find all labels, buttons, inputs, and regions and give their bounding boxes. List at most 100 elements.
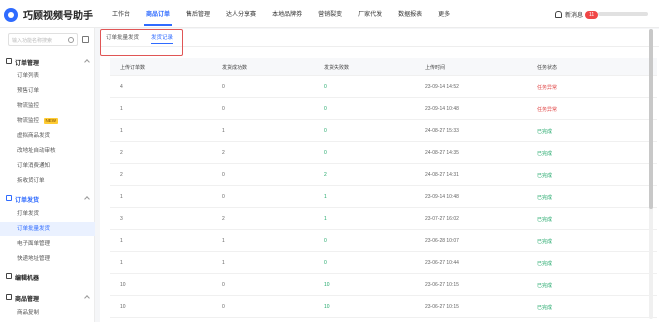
nav-item-active[interactable]: 商品订单 — [138, 0, 178, 28]
grid-icon[interactable] — [82, 36, 89, 43]
table-cell: 0 — [222, 172, 225, 178]
table-cell: 23-06-27 10:15 — [425, 304, 459, 310]
table-cell: 23-09-14 10:48 — [425, 106, 459, 112]
sidebar-item[interactable]: 物流监控 — [0, 99, 95, 113]
group-label: 订单发货 — [15, 198, 40, 204]
table-cell: 10 — [324, 282, 330, 288]
scrollbar[interactable] — [649, 29, 653, 319]
top-nav: 工作台 商品订单 售后管理 达人分享赛 本地品牌券 营销裂变 厂家代发 数据报表… — [104, 0, 458, 28]
table-cell: 1 — [120, 238, 123, 244]
tab-highlight-box — [100, 29, 183, 56]
sidebar-group-order[interactable]: 订单管理 — [0, 54, 95, 68]
bell-icon — [555, 11, 562, 18]
table-cell: 3 — [120, 216, 123, 222]
table-row: 2 0 2 24-08-27 14:31 已完成 — [110, 164, 657, 186]
column-header: 上传时间 — [425, 65, 446, 71]
sidebar-item-active[interactable]: 订单批量发货 — [0, 222, 95, 236]
table-cell: 1 — [222, 128, 225, 134]
table-row: 1 1 0 24-08-27 15:33 已完成 — [110, 120, 657, 142]
sidebar-item-logistics[interactable]: 物流监控 NEW — [0, 114, 95, 128]
search-icon[interactable] — [68, 37, 74, 43]
sidebar-item[interactable]: 电子面单管理 — [0, 237, 95, 251]
table-row: 1 0 1 23-09-14 10:48 已完成 — [110, 186, 657, 208]
table-cell: 24-08-27 15:33 — [425, 128, 459, 134]
message-label: 新消息 — [565, 13, 584, 19]
table-cell: 23-09-14 14:52 — [425, 84, 459, 90]
table-cell: 1 — [120, 260, 123, 266]
table-cell: 10 — [120, 282, 126, 288]
table-cell: 0 — [222, 282, 225, 288]
truck-icon — [6, 195, 12, 201]
column-header: 上传订单数 — [120, 65, 146, 71]
table-header: 上传订单数 发货成功数 发货失败数 上传时间 任务状态 — [110, 58, 657, 76]
chevron-up-icon — [84, 59, 90, 65]
table-cell: 0 — [324, 106, 327, 112]
app-title: 巧顾视频号助手 — [23, 11, 93, 22]
table-cell: 1 — [120, 106, 123, 112]
nav-item[interactable]: 厂家代发 — [350, 0, 390, 28]
table-cell: 2 — [120, 150, 123, 156]
table-cell: 1 — [222, 260, 225, 266]
table-cell: 0 — [222, 304, 225, 310]
app-logo[interactable]: 巧顾视频号助手 — [4, 7, 93, 22]
table-row: 1 1 0 23-06-27 10:44 已完成 — [110, 252, 657, 274]
nav-item[interactable]: 达人分享赛 — [218, 0, 264, 28]
tab-bar: 订单批量发货 发货记录 — [100, 29, 659, 47]
table-cell: 0 — [324, 84, 327, 90]
nav-item[interactable]: 售后管理 — [178, 0, 218, 28]
table-cell: 10 — [324, 304, 330, 310]
table-cell: 0 — [222, 106, 225, 112]
table-cell: 0 — [324, 128, 327, 134]
group-label: 订单管理 — [15, 61, 40, 67]
search-placeholder: 输入功能名称搜索 — [12, 38, 53, 44]
nav-item[interactable]: 营销裂变 — [310, 0, 350, 28]
nav-item[interactable]: 本地品牌券 — [264, 0, 310, 28]
message-button[interactable]: 新消息 11 — [555, 10, 599, 19]
nav-item-more[interactable]: 更多 — [430, 0, 458, 28]
status-text: 已完成 — [537, 151, 553, 157]
status-text: 已完成 — [537, 195, 553, 201]
sidebar-item[interactable]: 订单列表 — [0, 69, 95, 83]
table-cell: 23-06-28 10:07 — [425, 238, 459, 244]
scrollbar-thumb[interactable] — [649, 29, 653, 209]
table-cell: 2 — [222, 216, 225, 222]
sidebar-item[interactable]: 改地址自动审核 — [0, 144, 95, 158]
sidebar-item[interactable]: 快递地址管理 — [0, 252, 95, 266]
column-header: 任务状态 — [537, 65, 558, 71]
nav-item[interactable]: 工作台 — [104, 0, 138, 28]
table-row: 2 2 0 24-08-27 14:35 已完成 — [110, 142, 657, 164]
status-text: 已完成 — [537, 261, 553, 267]
search-input[interactable]: 输入功能名称搜索 — [8, 33, 78, 46]
sidebar-item[interactable]: 拆收货订单 — [0, 174, 95, 188]
status-text: 任务异常 — [537, 85, 558, 91]
table-cell: 1 — [222, 238, 225, 244]
table-row: 10 0 10 23-06-27 10:15 已完成 — [110, 274, 657, 296]
sidebar: 输入功能名称搜索 订单管理 订单列表 预售订单 物流监控 物流监控 NEW 虚拟… — [0, 28, 95, 322]
sidebar-group-machine[interactable]: 编辑机器 — [0, 269, 95, 283]
table-cell: 0 — [222, 84, 225, 90]
sidebar-item[interactable]: 商品复制 — [0, 306, 95, 320]
group-label: 商品管理 — [15, 297, 40, 303]
box-icon — [6, 294, 12, 300]
message-count-badge: 11 — [585, 10, 599, 19]
sidebar-item[interactable]: 预售订单 — [0, 84, 95, 98]
table-cell: 23-06-27 10:15 — [425, 282, 459, 288]
sidebar-group-shipping[interactable]: 订单发货 — [0, 191, 95, 205]
table-cell: 1 — [324, 194, 327, 200]
table-cell: 0 — [324, 150, 327, 156]
table-cell: 23-07-27 16:02 — [425, 216, 459, 222]
sidebar-item[interactable]: 订单消费通知 — [0, 159, 95, 173]
table-cell: 4 — [120, 84, 123, 90]
table-cell: 24-08-27 14:35 — [425, 150, 459, 156]
nav-item[interactable]: 数据报表 — [390, 0, 430, 28]
table-row: 4 0 0 23-09-14 14:52 任务异常 — [110, 76, 657, 98]
main-content: 订单批量发货 发货记录 上传订单数 发货成功数 发货失败数 上传时间 任务状态 … — [100, 29, 659, 322]
machine-icon — [6, 273, 12, 279]
table-cell: 23-09-14 10:48 — [425, 194, 459, 200]
sidebar-item[interactable]: 虚拟商品发货 — [0, 129, 95, 143]
sidebar-group-product[interactable]: 商品管理 — [0, 290, 95, 304]
sidebar-item[interactable]: 打单发货 — [0, 207, 95, 221]
status-text: 已完成 — [537, 217, 553, 223]
status-text: 已完成 — [537, 173, 553, 179]
user-name-redacted[interactable] — [598, 12, 648, 16]
